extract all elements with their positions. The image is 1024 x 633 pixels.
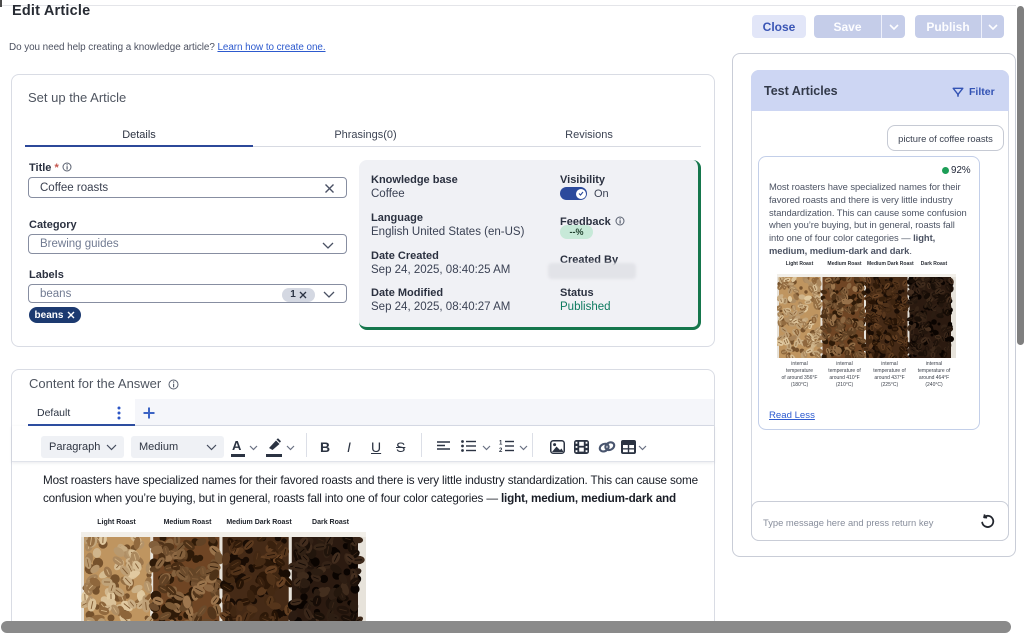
svg-text:2: 2 (499, 448, 503, 452)
svg-text:1: 1 (499, 441, 503, 447)
